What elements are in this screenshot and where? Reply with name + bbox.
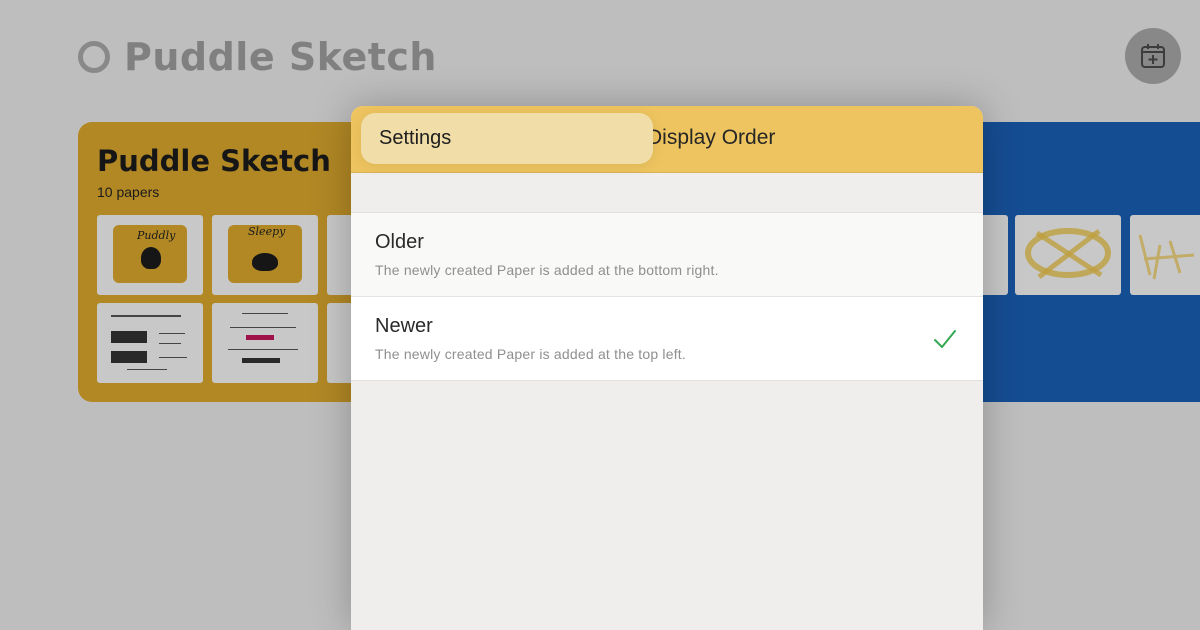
option-description: The newly created Paper is added at the … [375, 262, 719, 278]
sheet-header: Display Order Settings [351, 106, 983, 173]
option-older[interactable]: Older The newly created Paper is added a… [351, 212, 983, 296]
option-newer[interactable]: Newer The newly created Paper is added a… [351, 296, 983, 381]
display-order-sheet: Display Order Settings Older The newly c… [351, 106, 983, 630]
display-order-options: Older The newly created Paper is added a… [351, 212, 983, 381]
sheet-title: Display Order [647, 126, 776, 149]
checkmark-icon [934, 330, 956, 348]
option-label: Newer [375, 315, 433, 337]
option-label: Older [375, 231, 424, 253]
back-to-settings-button[interactable]: Settings [361, 113, 653, 164]
option-description: The newly created Paper is added at the … [375, 346, 686, 362]
back-button-label: Settings [379, 127, 452, 149]
